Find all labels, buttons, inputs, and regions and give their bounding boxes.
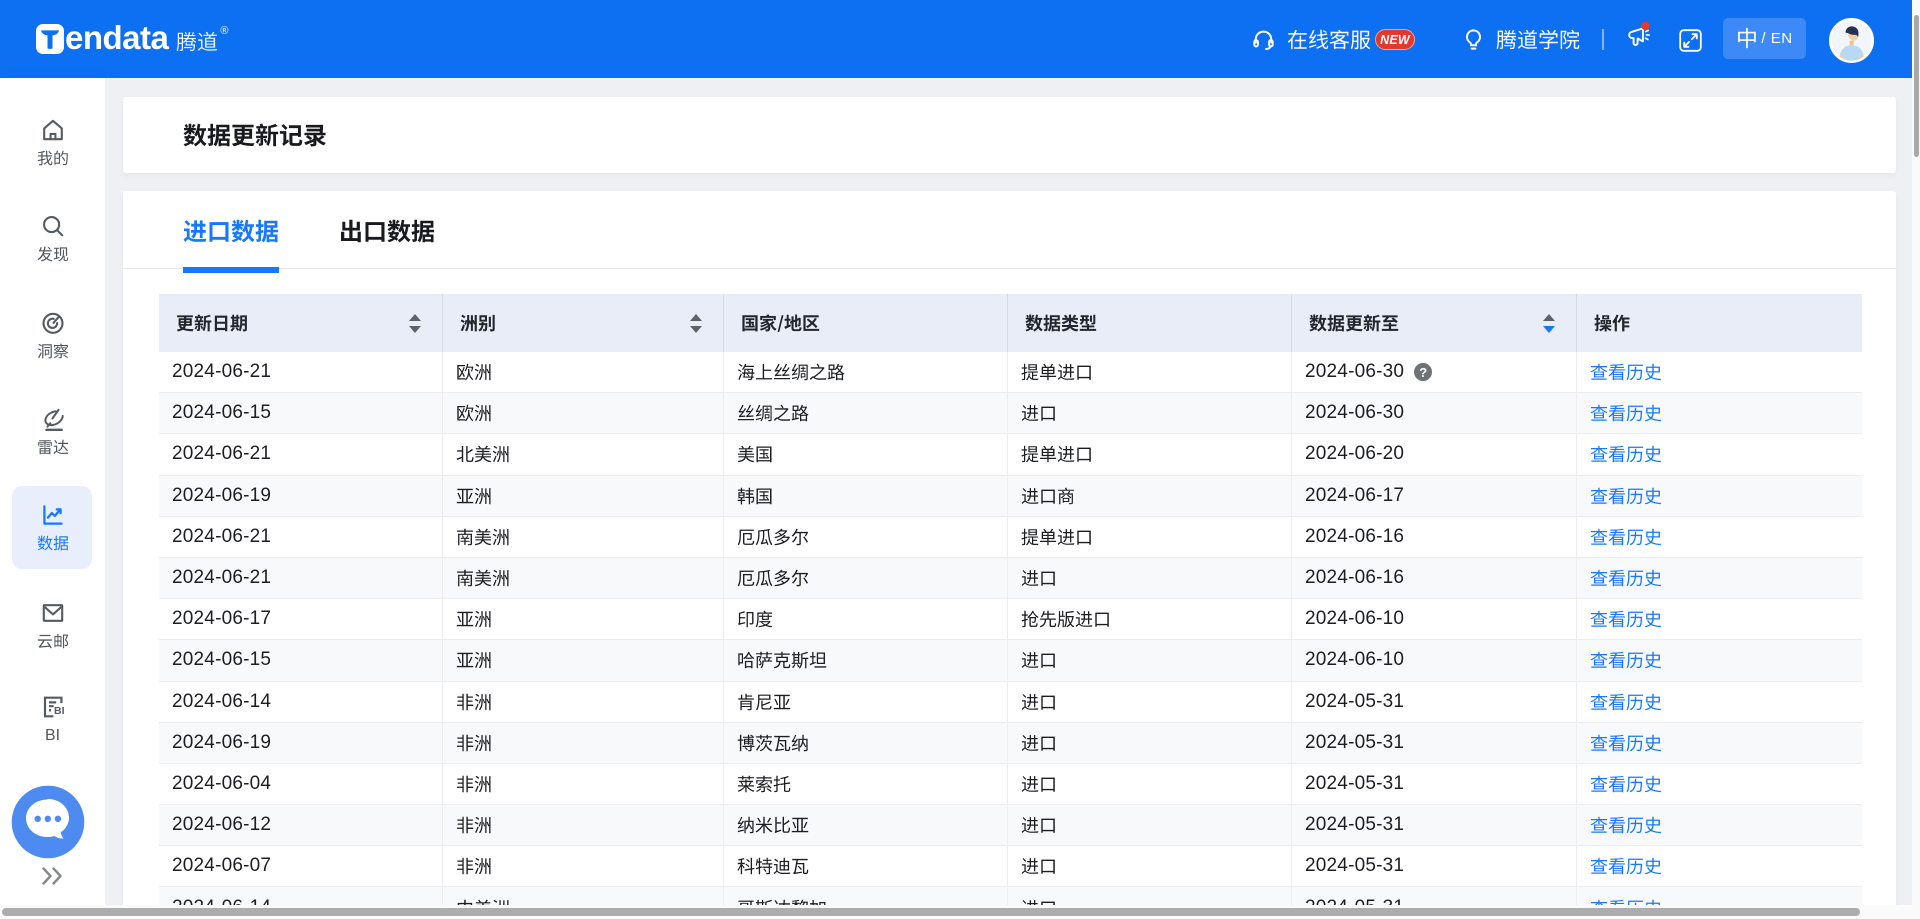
svg-text:BI: BI <box>54 705 65 717</box>
